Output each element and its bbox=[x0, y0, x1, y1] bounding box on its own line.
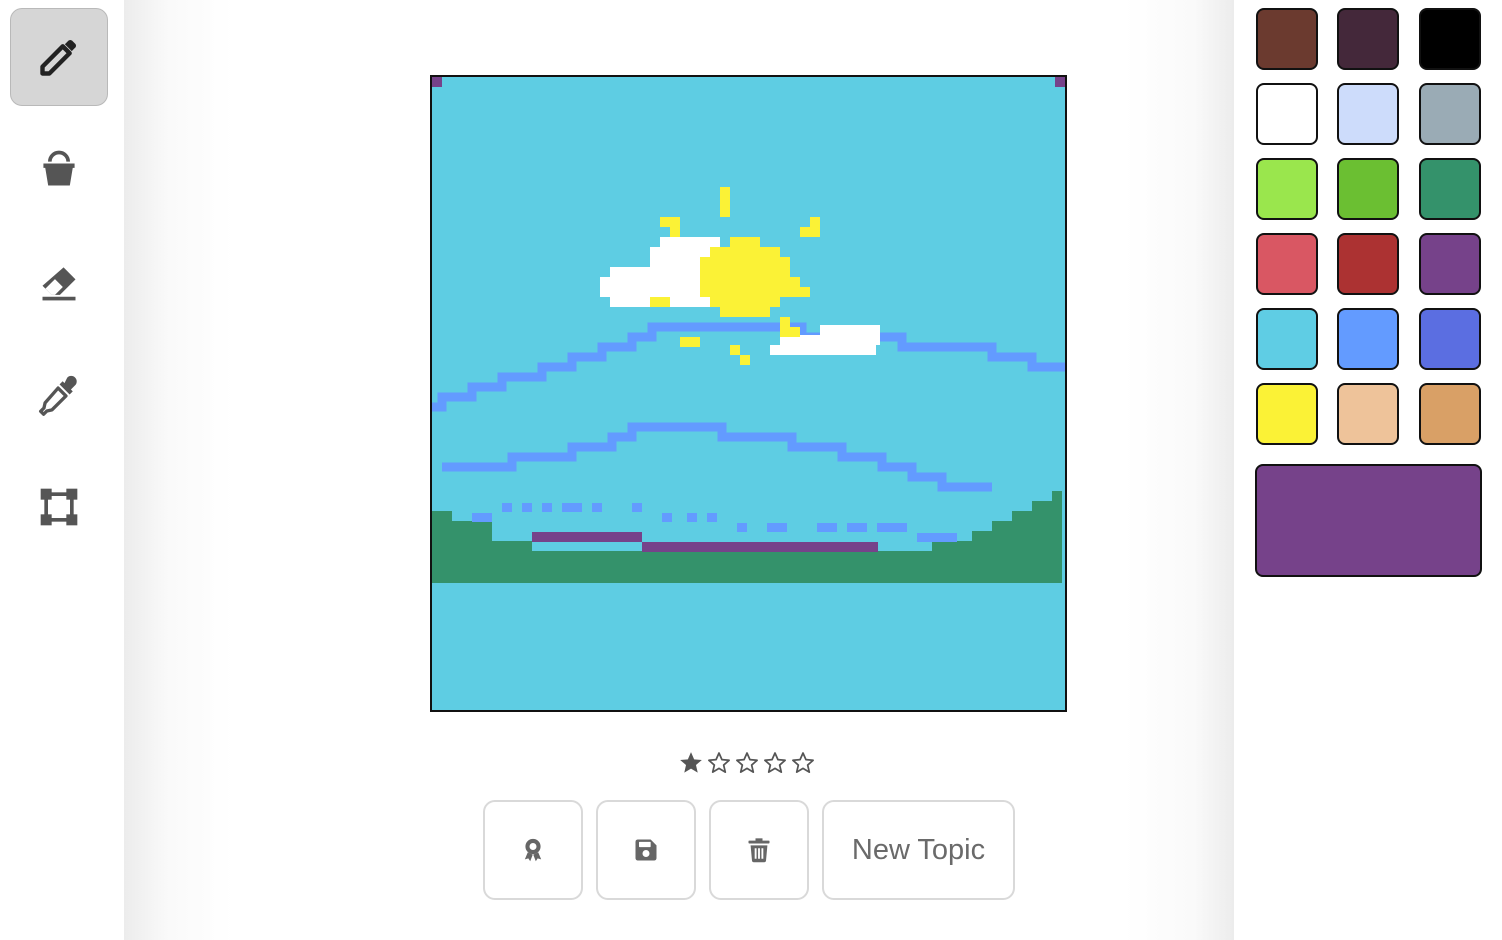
star-outline-icon bbox=[708, 752, 730, 773]
action-bar: New Topic bbox=[483, 800, 1015, 900]
color-swatch[interactable] bbox=[1337, 158, 1399, 220]
eyedropper-tool-button[interactable] bbox=[10, 346, 108, 444]
star-outline-icon bbox=[736, 752, 758, 773]
pencil-icon bbox=[40, 39, 77, 76]
pixel-artwork bbox=[432, 77, 1065, 710]
current-color-preview bbox=[1255, 464, 1482, 577]
pencil-tool-button[interactable] bbox=[10, 8, 108, 106]
eraser-tool-button[interactable] bbox=[10, 234, 108, 332]
color-swatch[interactable] bbox=[1256, 8, 1318, 70]
color-swatch[interactable] bbox=[1337, 383, 1399, 445]
color-swatch[interactable] bbox=[1256, 383, 1318, 445]
star-5[interactable] bbox=[790, 748, 816, 778]
drawing-canvas[interactable] bbox=[430, 75, 1067, 712]
select-tool-button[interactable] bbox=[10, 458, 108, 556]
star-2[interactable] bbox=[706, 748, 732, 778]
star-filled-icon bbox=[680, 752, 702, 773]
fill-bucket-tool-button[interactable] bbox=[10, 120, 108, 218]
delete-button[interactable] bbox=[709, 800, 809, 900]
color-swatch[interactable] bbox=[1256, 308, 1318, 370]
submit-award-button[interactable] bbox=[483, 800, 583, 900]
trash-icon bbox=[748, 838, 770, 863]
color-swatch[interactable] bbox=[1419, 383, 1481, 445]
color-swatch[interactable] bbox=[1337, 233, 1399, 295]
color-swatch[interactable] bbox=[1256, 158, 1318, 220]
star-3[interactable] bbox=[734, 748, 760, 778]
eraser-icon bbox=[42, 267, 76, 301]
color-swatch[interactable] bbox=[1256, 233, 1318, 295]
color-swatch[interactable] bbox=[1419, 83, 1481, 145]
bucket-icon bbox=[43, 150, 75, 186]
color-swatch[interactable] bbox=[1337, 308, 1399, 370]
star-1-filled[interactable] bbox=[678, 748, 704, 778]
new-topic-button[interactable]: New Topic bbox=[822, 800, 1015, 900]
save-icon bbox=[635, 839, 657, 861]
color-swatch[interactable] bbox=[1419, 158, 1481, 220]
star-outline-icon bbox=[792, 752, 814, 773]
tool-sidebar bbox=[0, 0, 118, 940]
color-swatch[interactable] bbox=[1256, 83, 1318, 145]
workspace: New Topic bbox=[124, 0, 1234, 940]
color-swatch[interactable] bbox=[1419, 308, 1481, 370]
star-4[interactable] bbox=[762, 748, 788, 778]
selection-icon bbox=[40, 488, 78, 526]
color-swatch[interactable] bbox=[1419, 8, 1481, 70]
star-outline-icon bbox=[764, 752, 786, 773]
award-icon bbox=[524, 838, 542, 862]
star-rating[interactable] bbox=[678, 748, 816, 780]
color-swatch[interactable] bbox=[1419, 233, 1481, 295]
color-swatch[interactable] bbox=[1337, 83, 1399, 145]
eyedropper-icon bbox=[39, 375, 77, 416]
color-swatch[interactable] bbox=[1337, 8, 1399, 70]
save-button[interactable] bbox=[596, 800, 696, 900]
